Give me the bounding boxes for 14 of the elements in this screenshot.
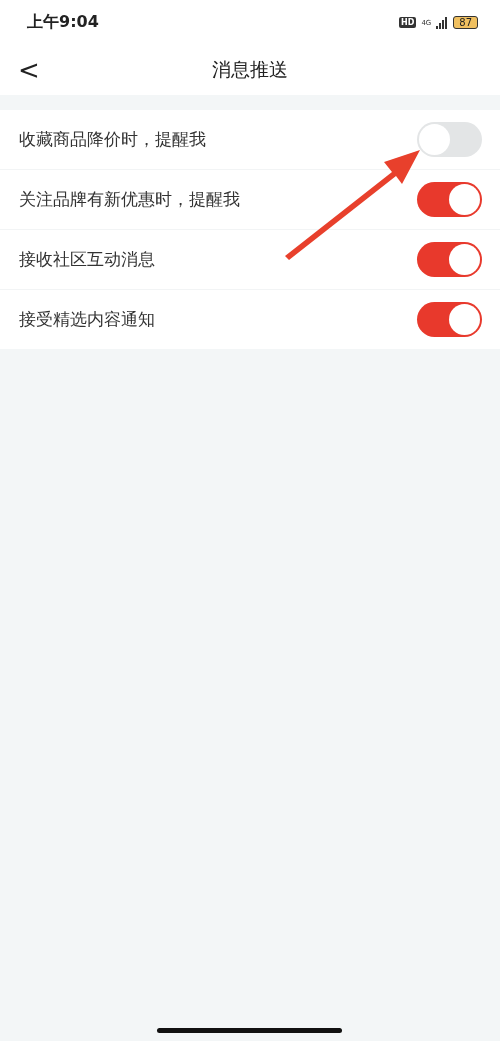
signal-icon: [436, 16, 449, 29]
battery-level: 87: [453, 16, 478, 29]
status-time: 上午9:04: [27, 12, 99, 33]
setting-label: 接收社区互动消息: [19, 248, 155, 271]
toggle-switch[interactable]: [417, 182, 482, 217]
toggle-switch[interactable]: [417, 302, 482, 337]
toggle-switch[interactable]: [417, 242, 482, 277]
setting-label: 收藏商品降价时，提醒我: [19, 128, 206, 151]
setting-label: 接受精选内容通知: [19, 308, 155, 331]
back-button[interactable]: <: [18, 57, 40, 83]
toggle-switch[interactable]: [417, 122, 482, 157]
setting-label: 关注品牌有新优惠时，提醒我: [19, 188, 240, 211]
page-title: 消息推送: [212, 57, 288, 82]
hd-badge: HD: [399, 17, 417, 28]
